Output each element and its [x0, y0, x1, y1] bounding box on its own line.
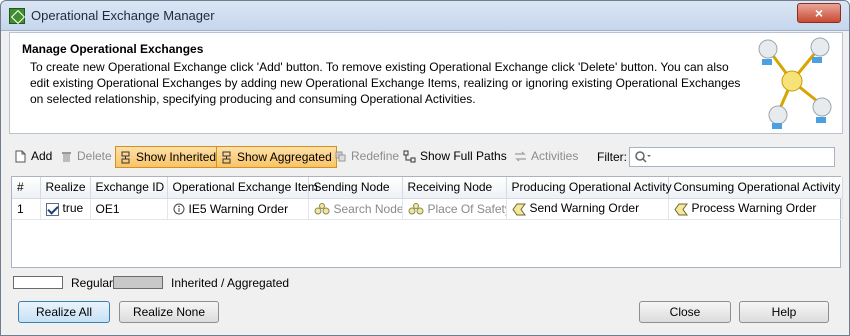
sending-node-value: Search Node — [333, 201, 402, 216]
filter-input[interactable] — [654, 148, 824, 166]
item-value: IE5 Warning Order — [188, 201, 289, 216]
column-header-consuming-activity[interactable]: Consuming Operational Activity — [668, 177, 843, 199]
show-full-paths-button[interactable]: Show Full Paths — [400, 146, 507, 168]
producing-activity-cell[interactable]: Send Warning Order — [506, 198, 669, 220]
panel-title: Manage Operational Exchanges — [22, 42, 204, 56]
redefine-icon — [335, 151, 346, 162]
window-title: Operational Exchange Manager — [31, 8, 215, 23]
column-header-realize[interactable]: Realize — [40, 177, 91, 199]
producing-activity-value: Send Warning Order — [529, 201, 640, 216]
window-close-button[interactable]: × — [797, 3, 841, 23]
receiving-node-cell[interactable]: Place Of Safety — [402, 198, 507, 220]
description-panel: Manage Operational Exchanges To create n… — [9, 32, 843, 134]
app-icon — [9, 8, 25, 24]
item-cell[interactable]: IE5 Warning Order — [167, 198, 309, 220]
consuming-activity-value: Process Warning Order — [691, 201, 817, 216]
legend-regular-swatch — [13, 276, 63, 289]
sending-node-cell[interactable]: Search Node — [308, 198, 403, 220]
redefine-button-label: Redefine — [351, 149, 400, 163]
filter-label: Filter: — [597, 150, 627, 164]
column-header-receiving-node[interactable]: Receiving Node — [402, 177, 507, 199]
table-row[interactable]: 1 true OE1 IE5 Warning Order Search Node… — [12, 198, 843, 220]
operational-exchange-manager-dialog: Operational Exchange Manager × Manage Op… — [0, 0, 850, 336]
delete-button[interactable]: Delete — [57, 146, 112, 168]
panel-description: To create new Operational Exchange click… — [30, 60, 741, 106]
add-button-label: Add — [31, 149, 53, 163]
activities-button[interactable]: Activities — [511, 146, 578, 168]
receiving-node-value: Place Of Safety — [427, 201, 506, 216]
show-inherited-label: Show Inherited — [136, 150, 217, 164]
show-inherited-toggle[interactable]: Show Inherited — [115, 146, 222, 168]
realize-none-button[interactable]: Realize None — [119, 301, 219, 323]
realize-cell[interactable]: true — [40, 198, 91, 220]
column-header-exchange-id[interactable]: Exchange ID — [90, 177, 168, 199]
column-header-producing-activity[interactable]: Producing Operational Activity — [506, 177, 672, 199]
delete-button-label: Delete — [77, 149, 112, 163]
aggregation-icon — [222, 151, 231, 164]
table-header-row: # Realize Exchange ID Operational Exchan… — [12, 177, 843, 199]
tree-paths-icon — [403, 150, 416, 163]
node-icon — [314, 203, 329, 215]
row-number: 1 — [12, 198, 41, 220]
new-document-icon — [15, 150, 26, 163]
trash-icon — [62, 152, 71, 162]
node-icon — [408, 203, 423, 215]
realize-all-button[interactable]: Realize All — [18, 301, 110, 323]
exchange-network-illustration-icon — [758, 37, 832, 129]
information-item-icon — [173, 203, 184, 215]
realize-checkbox[interactable] — [45, 202, 59, 216]
show-aggregated-label: Show Aggregated — [237, 150, 332, 164]
realize-value: true — [62, 201, 84, 216]
legend-inherited-label: Inherited / Aggregated — [171, 276, 290, 290]
title-bar[interactable]: Operational Exchange Manager × — [1, 1, 849, 31]
legend-inherited-swatch — [113, 276, 163, 289]
show-full-paths-label: Show Full Paths — [420, 149, 507, 163]
activity-icon — [511, 203, 526, 216]
redefine-button[interactable]: Redefine — [331, 146, 399, 168]
activities-icon — [515, 151, 526, 162]
exchange-table: # Realize Exchange ID Operational Exchan… — [11, 176, 843, 268]
consuming-activity-cell[interactable]: Process Warning Order — [668, 198, 843, 220]
column-header-item[interactable]: Operational Exchange Item — [167, 177, 318, 199]
filter-field[interactable] — [629, 147, 835, 167]
close-button[interactable]: Close — [639, 301, 731, 323]
activity-icon — [673, 203, 688, 216]
search-icon — [635, 151, 651, 163]
toolbar: Add Delete Show Inherited Show Aggregate… — [11, 143, 841, 171]
help-button[interactable]: Help — [739, 301, 829, 323]
inheritance-icon — [121, 151, 130, 164]
legend-regular-label: Regular — [71, 276, 114, 290]
column-header-number[interactable]: # — [12, 177, 41, 199]
column-header-sending-node[interactable]: Sending Node — [308, 177, 403, 199]
add-button[interactable]: Add — [11, 146, 52, 168]
activities-button-label: Activities — [531, 149, 579, 163]
show-aggregated-toggle[interactable]: Show Aggregated — [216, 146, 337, 168]
exchange-id-cell[interactable]: OE1 — [90, 198, 168, 220]
